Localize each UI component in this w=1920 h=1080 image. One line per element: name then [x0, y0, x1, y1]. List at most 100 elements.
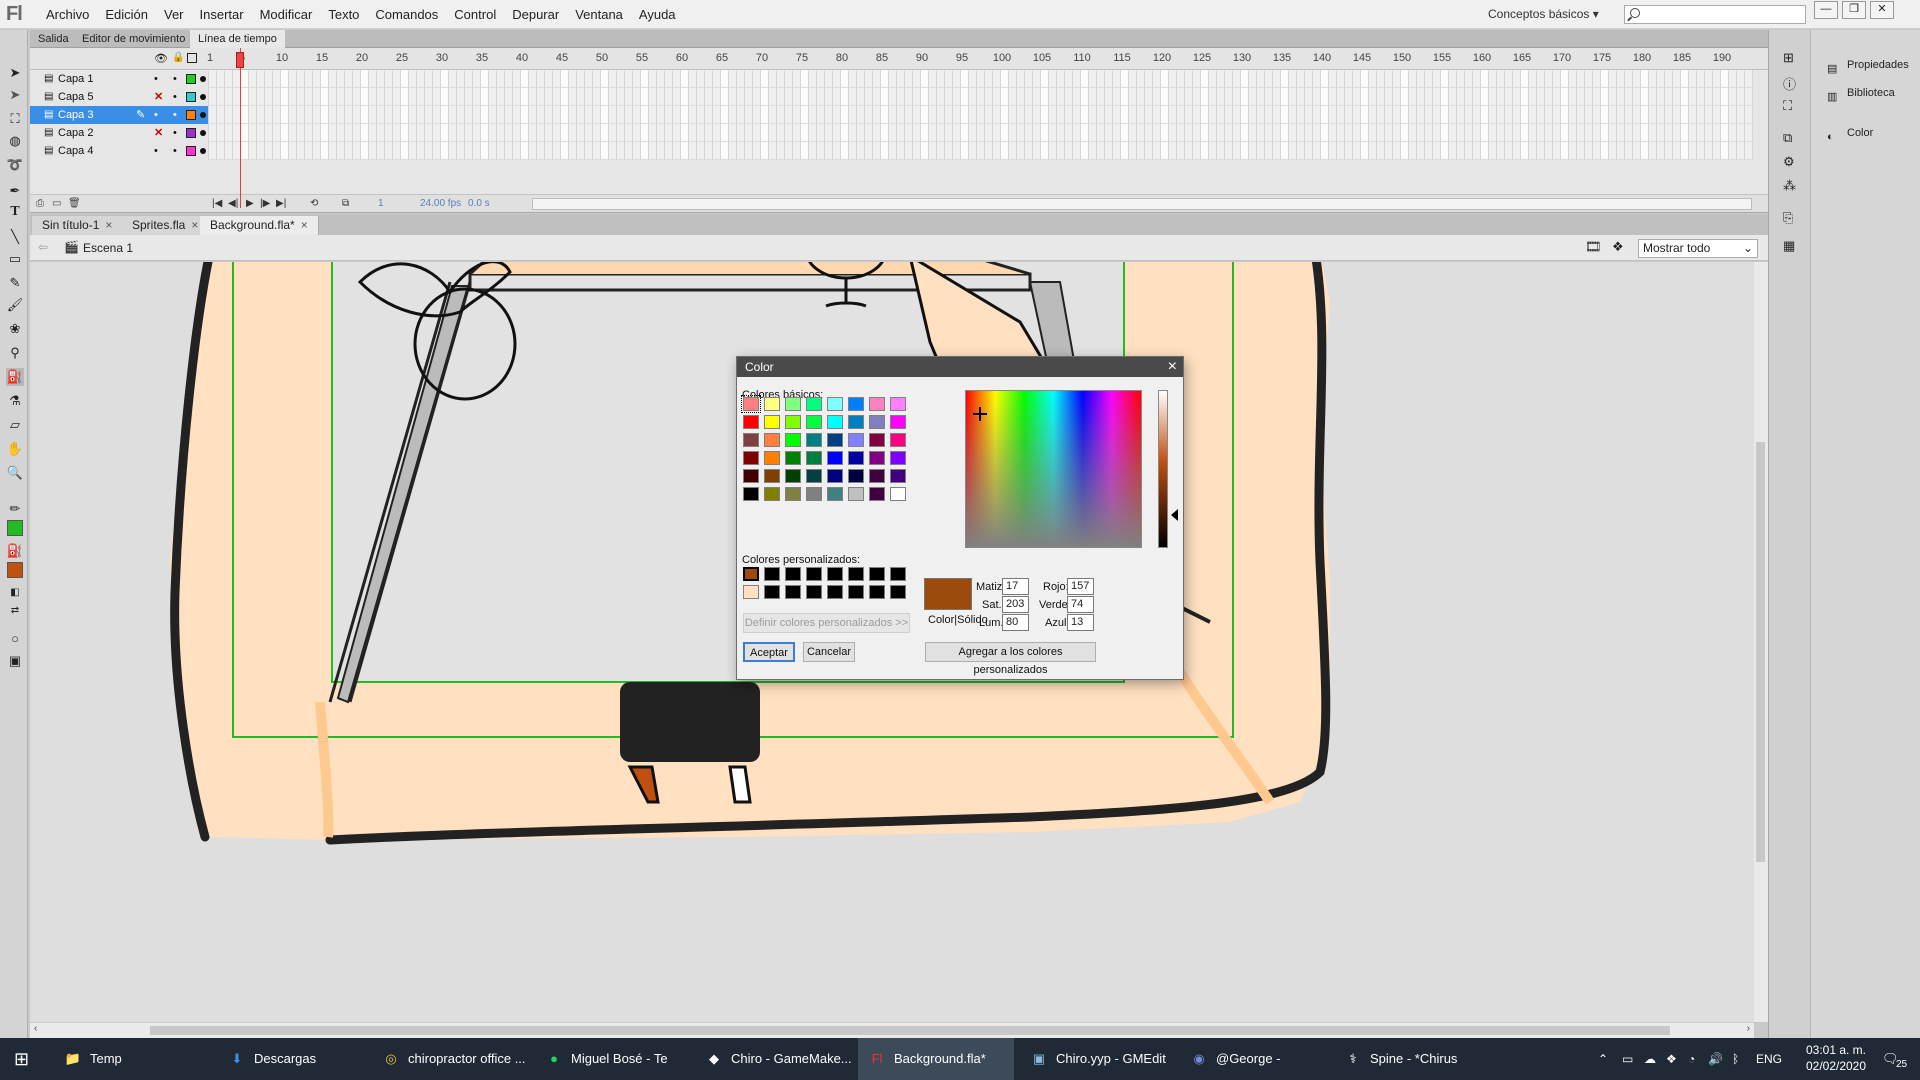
next-frame-icon[interactable]: |▶: [260, 195, 270, 213]
windows-start-icon[interactable]: ⊞: [14, 1049, 29, 1070]
scene-label[interactable]: Escena 1: [83, 241, 133, 255]
taskbar-item[interactable]: ◎ chiropractor office ...: [372, 1038, 530, 1080]
lock-icon[interactable]: •: [173, 106, 177, 124]
swatches-icon[interactable]: ▦: [1783, 238, 1795, 254]
basic-color-swatch[interactable]: [785, 487, 801, 501]
basic-color-swatch[interactable]: [869, 415, 885, 429]
taskbar-item[interactable]: ● Miguel Bosé - Te co...: [535, 1038, 690, 1080]
eraser-tool-icon[interactable]: ▱: [6, 416, 24, 434]
custom-color-swatch[interactable]: [890, 567, 906, 581]
basic-color-swatch[interactable]: [890, 397, 906, 411]
keyframe-icon[interactable]: [200, 76, 206, 82]
basic-color-swatch[interactable]: [848, 415, 864, 429]
edit-scene-icon[interactable]: 🎞: [1585, 239, 1602, 255]
layer-name[interactable]: Capa 2: [58, 124, 93, 142]
custom-color-swatch[interactable]: [785, 585, 801, 599]
menu-comandos[interactable]: Comandos: [367, 0, 446, 29]
snap-icon[interactable]: ▣: [6, 652, 24, 670]
last-frame-icon[interactable]: ▶|: [276, 195, 286, 213]
menu-archivo[interactable]: Archivo: [38, 0, 97, 29]
basic-color-swatch[interactable]: [869, 487, 885, 501]
basic-color-swatch[interactable]: [890, 469, 906, 483]
info-panel-icon[interactable]: ⓘ: [1783, 74, 1796, 93]
layer-row[interactable]: ▤ Capa 5 ✕ •: [30, 88, 208, 106]
deco-tool-icon[interactable]: ❀: [6, 320, 24, 338]
stroke-color-swatch[interactable]: [7, 520, 23, 536]
custom-color-swatch[interactable]: [890, 585, 906, 599]
basic-color-swatch[interactable]: [890, 415, 906, 429]
basic-color-swatch[interactable]: [827, 487, 843, 501]
basic-color-swatch[interactable]: [785, 397, 801, 411]
basic-color-swatch[interactable]: [890, 433, 906, 447]
basic-color-swatch[interactable]: [785, 433, 801, 447]
layer-name[interactable]: Capa 3: [58, 106, 93, 124]
custom-color-swatch[interactable]: [848, 585, 864, 599]
panel-properties[interactable]: ▤ Propiedades: [1813, 54, 1919, 76]
basic-color-swatch[interactable]: [806, 487, 822, 501]
layer-color-swatch[interactable]: [186, 146, 196, 156]
basic-color-swatch[interactable]: [743, 469, 759, 483]
add-to-custom-colors-button[interactable]: Agregar a los colores personalizados: [925, 642, 1096, 676]
basic-color-swatch[interactable]: [869, 433, 885, 447]
layer-color-swatch[interactable]: [186, 110, 196, 120]
selection-tool-icon[interactable]: ➤: [6, 64, 24, 82]
battery-icon[interactable]: ▭: [1622, 1038, 1633, 1080]
lum-field[interactable]: 80: [1002, 614, 1029, 631]
layer-row[interactable]: ▤ Capa 3 ✎ • •: [30, 106, 208, 124]
basic-color-swatch[interactable]: [890, 487, 906, 501]
basic-color-swatch[interactable]: [806, 397, 822, 411]
tab-salida[interactable]: Salida: [30, 30, 77, 48]
zoom-tool-icon[interactable]: 🔍: [6, 464, 24, 482]
hue-field[interactable]: 17: [1002, 578, 1029, 595]
custom-color-swatch[interactable]: [827, 567, 843, 581]
basic-color-swatch[interactable]: [764, 451, 780, 465]
pen-tool-icon[interactable]: ✒: [6, 182, 24, 200]
hidden-x-icon[interactable]: ✕: [154, 124, 163, 142]
line-tool-icon[interactable]: ╲: [6, 228, 24, 246]
3d-rotation-tool-icon[interactable]: ◍: [6, 132, 24, 150]
basic-color-swatch[interactable]: [848, 433, 864, 447]
network-icon[interactable]: ◔: [1688, 1038, 1695, 1080]
new-layer-icon[interactable]: ⎙: [36, 195, 44, 213]
cloud-icon[interactable]: ☁: [1644, 1038, 1656, 1080]
fps-value[interactable]: 24.00 fps: [420, 195, 461, 213]
basic-color-swatch[interactable]: [785, 451, 801, 465]
eyedropper-tool-icon[interactable]: ⚗: [6, 392, 24, 410]
basic-color-swatch[interactable]: [764, 469, 780, 483]
language-indicator[interactable]: ENG: [1756, 1038, 1782, 1080]
taskbar-item[interactable]: 📁 Temp: [54, 1038, 212, 1080]
taskbar-item[interactable]: ⬇ Descargas: [218, 1038, 366, 1080]
volume-icon[interactable]: 🔊: [1708, 1038, 1723, 1080]
basic-color-swatch[interactable]: [764, 397, 780, 411]
custom-color-swatch[interactable]: [806, 567, 822, 581]
doc-tab-sprites[interactable]: Sprites.fla ×: [122, 216, 210, 235]
basic-color-swatch[interactable]: [764, 487, 780, 501]
custom-color-swatch[interactable]: [743, 567, 759, 581]
define-custom-colors-button[interactable]: Definir colores personalizados >>: [743, 613, 910, 633]
pencil-tool-icon[interactable]: ✎: [6, 274, 24, 292]
menu-ver[interactable]: Ver: [156, 0, 192, 29]
taskbar-item[interactable]: ◉ @George - Discord: [1180, 1038, 1328, 1080]
eye-icon[interactable]: 👁: [154, 52, 168, 65]
zoom-select[interactable]: Mostrar todo ⌄: [1638, 239, 1758, 258]
menu-depurar[interactable]: Depurar: [504, 0, 567, 29]
basic-color-swatch[interactable]: [806, 415, 822, 429]
basic-color-swatch[interactable]: [848, 487, 864, 501]
layer-name[interactable]: Capa 5: [58, 88, 93, 106]
blue-field[interactable]: 13: [1067, 614, 1094, 631]
basic-color-swatch[interactable]: [806, 469, 822, 483]
doc-tab-sin-titulo[interactable]: Sin título-1 ×: [32, 216, 124, 235]
fill-color-swatch[interactable]: [7, 562, 23, 578]
close-icon[interactable]: ×: [301, 218, 308, 232]
paint-bucket-tool-icon[interactable]: ⛽: [6, 368, 24, 386]
stage-vscroll[interactable]: [1754, 262, 1768, 1022]
layer-color-swatch[interactable]: [186, 74, 196, 84]
loop-icon[interactable]: ⟲: [310, 195, 318, 213]
basic-color-swatch[interactable]: [869, 469, 885, 483]
basic-color-swatch[interactable]: [827, 415, 843, 429]
keyframe-icon[interactable]: [200, 148, 206, 154]
visible-dot-icon[interactable]: •: [154, 106, 158, 124]
components-icon[interactable]: ⚙: [1783, 154, 1795, 170]
play-icon[interactable]: ▶: [246, 195, 254, 213]
edit-symbol-icon[interactable]: ❖: [1612, 239, 1624, 255]
